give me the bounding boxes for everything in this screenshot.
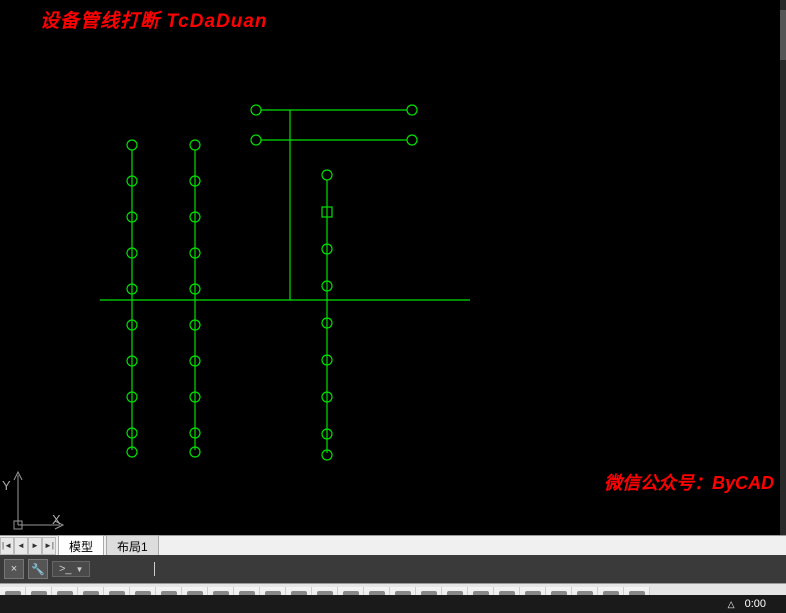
vertical-scrollbar[interactable] [780,0,786,535]
command-prompt-icon: >_ [59,563,72,575]
tab-nav-prev[interactable]: ◄ [14,537,28,555]
command-bar: × 🔧 >_ ▼ [0,555,786,583]
os-taskbar: △ 0:00 [0,595,786,613]
tray-expand-icon[interactable]: △ [728,599,735,610]
scrollbar-thumb[interactable] [780,10,786,60]
wrench-icon[interactable]: 🔧 [28,559,48,579]
ucs-y-label: Y [2,478,11,493]
cad-canvas[interactable]: 设备管线打断 TcDaDuan [0,0,786,535]
tab-nav-last[interactable]: ►| [42,537,56,555]
text-cursor [154,562,155,576]
tab-layout1[interactable]: 布局1 [106,535,159,557]
tab-nav-next[interactable]: ► [28,537,42,555]
close-icon[interactable]: × [4,559,24,579]
watermark-text: 微信公众号：ByCAD [604,469,774,495]
command-input-wrap[interactable]: >_ ▼ [52,561,90,577]
tab-model[interactable]: 模型 [58,535,104,557]
command-input[interactable] [94,559,782,579]
ucs-x-label: X [52,512,61,527]
cad-drawing [0,0,786,535]
layout-tab-bar: |◄ ◄ ► ►| 模型 布局1 [0,535,786,555]
clock[interactable]: 0:00 [745,598,766,610]
command-dropdown-icon[interactable]: ▼ [76,565,84,574]
tab-nav-first[interactable]: |◄ [0,537,14,555]
